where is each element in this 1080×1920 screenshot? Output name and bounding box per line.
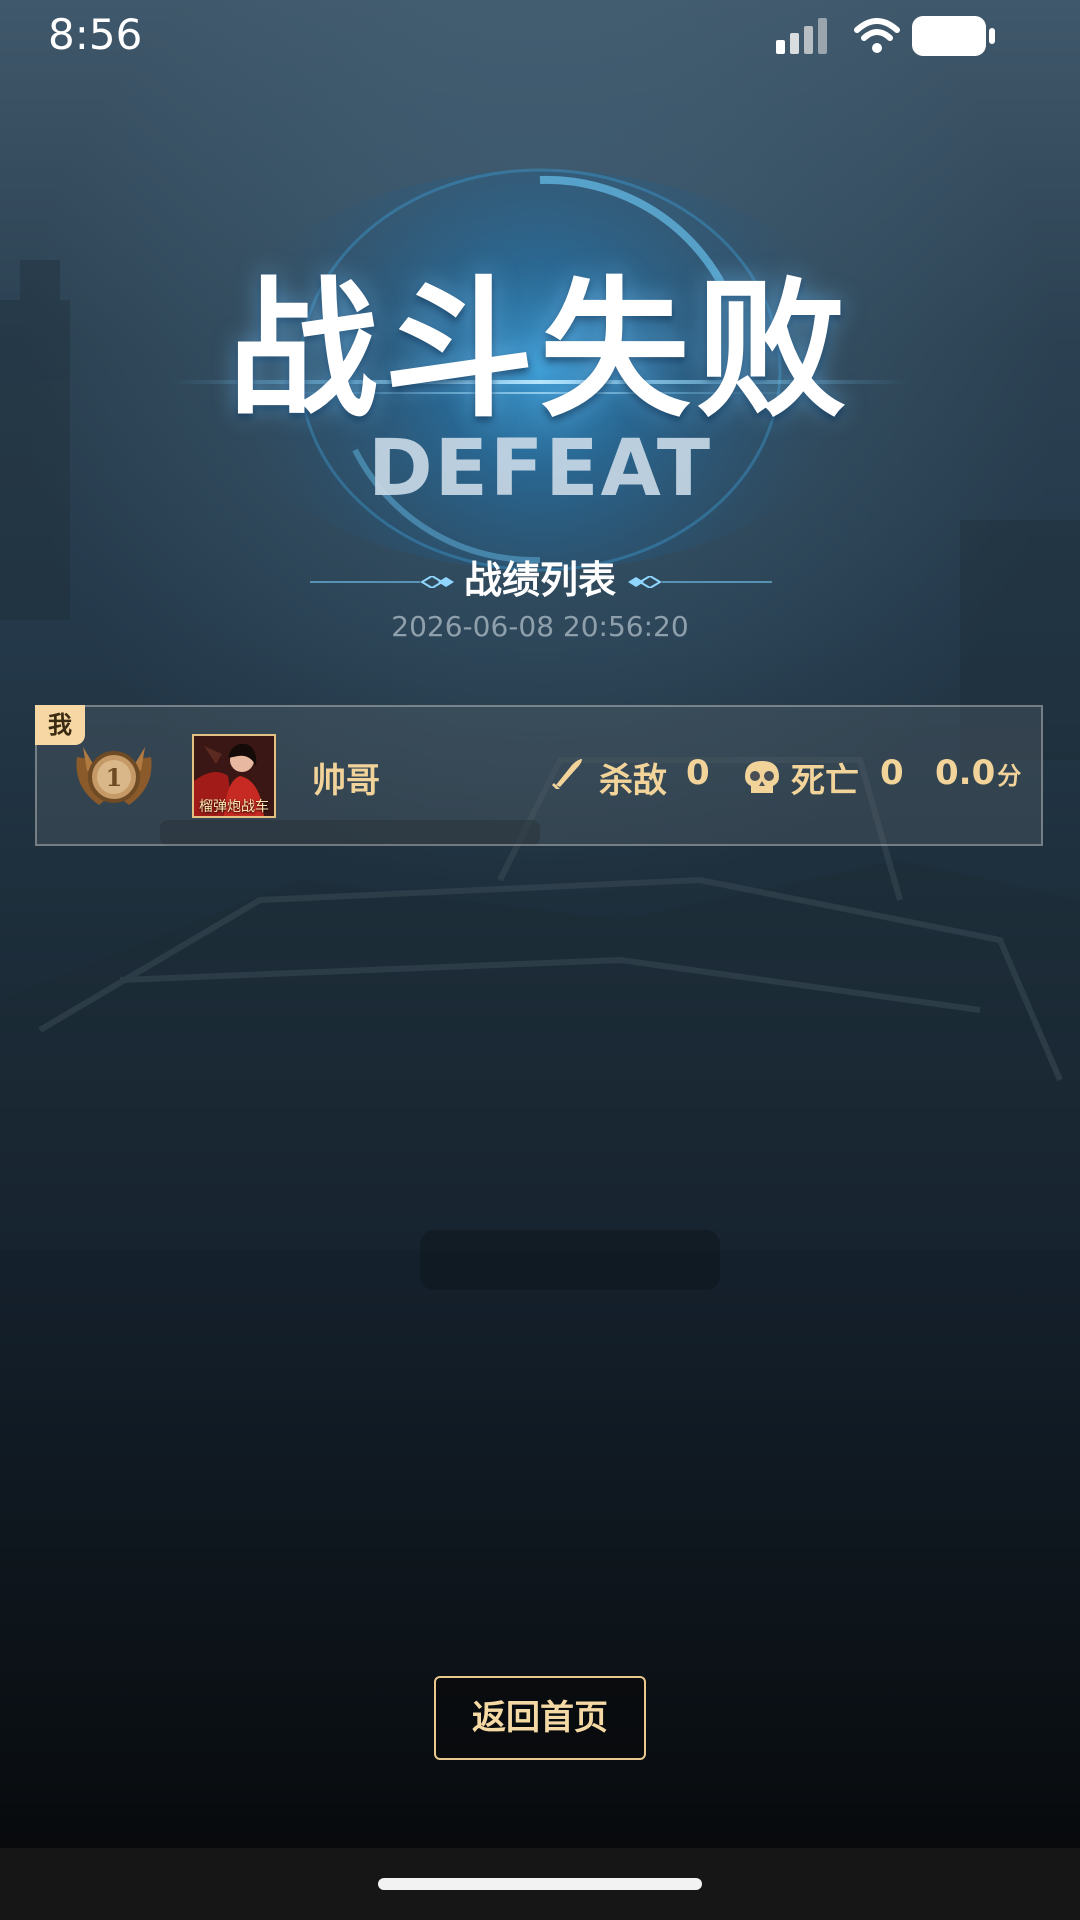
score-value: 0.0 xyxy=(935,753,996,793)
system-nav-bar xyxy=(0,1848,1080,1920)
kills-label: 杀敌 xyxy=(599,761,667,801)
status-icons xyxy=(776,16,996,56)
battle-result-screen: 8:56 战斗失败 DEFEAT 战绩列表 2026-06-08 20:56:2… xyxy=(0,0,1080,1920)
bullet-icon xyxy=(552,759,582,789)
score-unit: 分 xyxy=(997,762,1022,790)
record-list-title: 战绩列表 xyxy=(463,558,616,602)
deaths-value: 0 xyxy=(880,753,904,793)
signal-icon xyxy=(776,18,827,54)
status-time: 8:56 xyxy=(48,10,143,59)
match-timestamp: 2026-06-08 20:56:20 xyxy=(391,610,689,643)
home-indicator[interactable] xyxy=(378,1878,702,1890)
kills-value: 0 xyxy=(686,753,710,793)
return-home-button[interactable]: 返回首页 xyxy=(434,1676,646,1760)
skull-icon xyxy=(745,761,779,793)
status-bar: 8:56 xyxy=(0,0,1080,70)
deaths-label: 死亡 xyxy=(791,761,859,801)
rank-number: 1 xyxy=(106,763,123,792)
rank-medal-icon: 1 xyxy=(76,747,152,805)
avatar-caption: 榴弹炮战车 xyxy=(199,799,269,815)
player-record-row: 我 1 榴弹炮战车 帅哥 杀敌 0 死亡 0 0.0分 xyxy=(35,705,1043,846)
player-avatar[interactable]: 榴弹炮战车 xyxy=(192,734,276,818)
defeat-subtitle: DEFEAT xyxy=(367,424,713,514)
score: 0.0分 xyxy=(935,753,1021,793)
player-name: 帅哥 xyxy=(312,761,380,801)
defeat-title: 战斗失败 xyxy=(227,264,852,438)
battery-icon xyxy=(912,16,995,56)
wifi-icon xyxy=(854,18,900,53)
record-list-header: 战绩列表 xyxy=(0,556,1080,606)
